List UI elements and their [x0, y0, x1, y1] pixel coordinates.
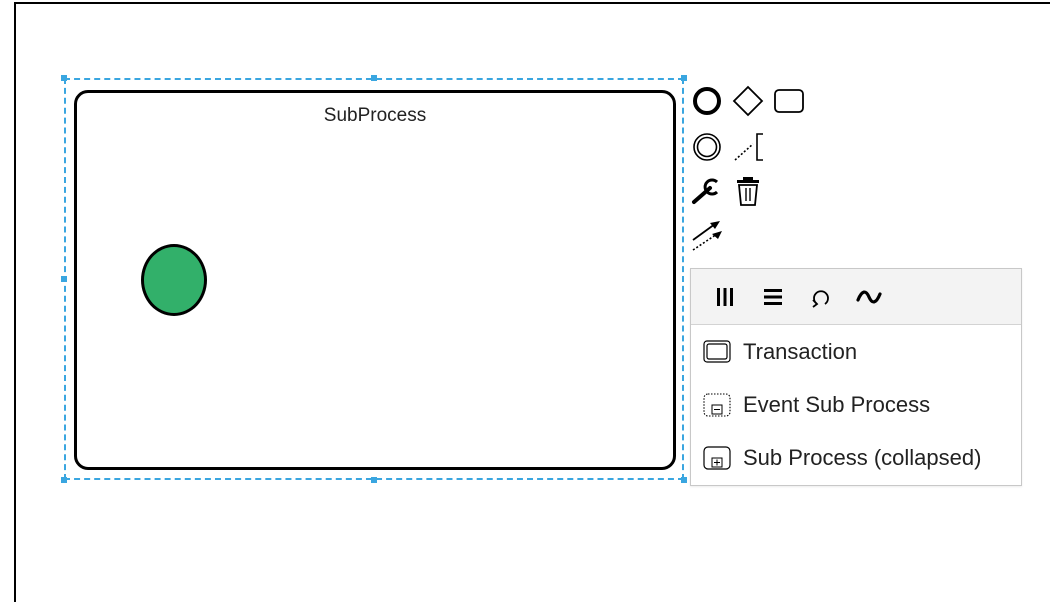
change-type-wrench-icon[interactable]	[690, 174, 724, 208]
ad-hoc-icon[interactable]	[849, 280, 889, 314]
subprocess-label: SubProcess	[323, 105, 427, 126]
entry-label: Sub Process (collapsed)	[743, 444, 982, 470]
transaction-icon	[703, 337, 733, 367]
gateway-icon[interactable]	[731, 84, 765, 118]
collapsed-subprocess-icon	[703, 443, 733, 473]
entry-label: Transaction	[743, 338, 858, 364]
task-icon[interactable]	[772, 84, 806, 118]
resize-handle-sw[interactable]	[61, 477, 67, 483]
resize-handle-se[interactable]	[681, 477, 687, 483]
text-annotation-icon[interactable]	[731, 130, 765, 164]
replace-entry-event-subprocess[interactable]: Event Sub Process	[691, 378, 1021, 431]
delete-trash-icon[interactable]	[731, 174, 765, 208]
start-event[interactable]	[141, 244, 207, 316]
event-subprocess-icon	[703, 390, 733, 420]
replace-entry-collapsed-subprocess[interactable]: Sub Process (collapsed)	[691, 431, 1021, 484]
replace-entry-transaction[interactable]: Transaction	[691, 325, 1021, 378]
entry-label: Event Sub Process	[743, 391, 931, 417]
connect-arrow-icon[interactable]	[690, 218, 724, 252]
resize-handle-w[interactable]	[61, 276, 67, 282]
parallel-multi-instance-icon[interactable]	[705, 280, 745, 314]
resize-handle-ne[interactable]	[681, 75, 687, 81]
resize-handle-s[interactable]	[371, 477, 377, 483]
sequential-multi-instance-icon[interactable]	[753, 280, 793, 314]
popup-header	[691, 269, 1021, 325]
resize-handle-nw[interactable]	[61, 75, 67, 81]
intermediate-event-icon[interactable]	[690, 130, 724, 164]
replace-popup-menu: Transaction Event Sub Process Sub Proces…	[690, 268, 1022, 486]
resize-handle-n[interactable]	[371, 75, 377, 81]
end-event-icon[interactable]	[690, 84, 724, 118]
loop-icon[interactable]	[801, 280, 841, 314]
